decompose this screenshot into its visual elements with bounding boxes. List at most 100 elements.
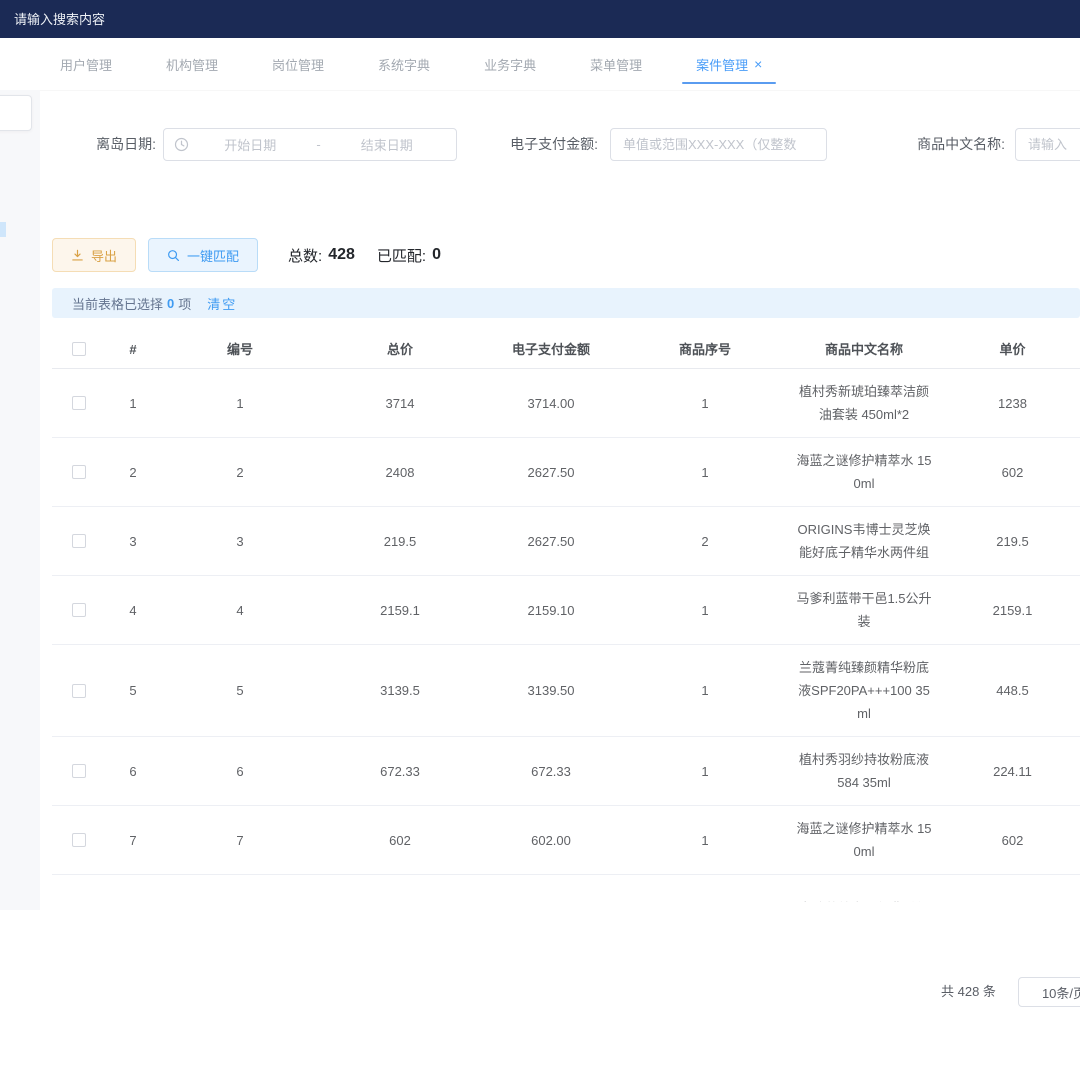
cell-index: 8 — [106, 875, 160, 902]
selection-prefix: 当前表格已选择 — [72, 294, 163, 313]
row-checkbox[interactable] — [72, 396, 86, 410]
table-row[interactable]: 7 7 602 602.00 1 海蓝之谜修护精萃水 150ml 602 — [52, 806, 1080, 875]
selection-bar: 当前表格已选择 0 项 清空 — [52, 288, 1080, 318]
cell-code: 4 — [160, 576, 320, 644]
product-name-input[interactable] — [1016, 129, 1080, 160]
cell-product-name: 植村秀羽纱持妆粉底液 584 35ml — [788, 737, 940, 805]
table-body: 1 1 3714 3714.00 1 植村秀新琥珀臻萃洁颜油套装 450ml*2… — [52, 369, 1080, 902]
page: 用户管理 机构管理 岗位管理 系统字典 业务字典 菜单管理 案件管理 × 离岛日… — [0, 0, 1080, 1077]
row-checkbox[interactable] — [72, 465, 86, 479]
cell-epay-amount: 2159.10 — [480, 576, 622, 644]
cell-product-seq: 1 — [622, 737, 788, 805]
cell-epay-amount: 2627.50 — [480, 507, 622, 575]
tab-post-management[interactable]: 岗位管理 — [272, 38, 324, 90]
page-size-select[interactable]: 10条/页 — [1018, 977, 1080, 1007]
selection-count: 0 — [167, 296, 174, 311]
cell-epay-amount: 3714.00 — [480, 369, 622, 437]
totals-summary: 总数: 428 已匹配: 0 — [288, 245, 441, 266]
cell-total-price: 3714 — [320, 369, 480, 437]
data-table: #编号总价电子支付金额商品序号商品中文名称单价 1 1 3714 3714.00… — [52, 330, 1080, 902]
topbar-search-input[interactable] — [14, 7, 334, 31]
export-button[interactable]: 导出 — [52, 238, 136, 272]
tab-system-dict[interactable]: 系统字典 — [378, 38, 430, 90]
tab-label-user-management: 用户管理 — [60, 55, 112, 74]
row-checkbox[interactable] — [72, 902, 86, 903]
row-checkbox[interactable] — [72, 833, 86, 847]
tab-user-management[interactable]: 用户管理 — [60, 38, 112, 90]
cell-index: 4 — [106, 576, 160, 644]
tab-business-dict[interactable]: 业务字典 — [484, 38, 536, 90]
row-checkbox-cell — [52, 438, 106, 506]
table-row[interactable]: 3 3 219.5 2627.50 2 ORIGINS韦博士灵芝焕能好底子精华水… — [52, 507, 1080, 576]
cell-unit-price: 219.5 — [940, 507, 1080, 575]
row-checkbox[interactable] — [72, 764, 86, 778]
table-row[interactable]: 6 6 672.33 672.33 1 植村秀羽纱持妆粉底液 584 35ml … — [52, 737, 1080, 806]
pagination-total: 共 428 条 — [941, 977, 996, 1007]
toolbar: 导出 一键匹配 总数: 428 已匹配: 0 — [52, 238, 441, 272]
cell-product-name: ORIGINS韦博士灵芝焕能好底子精华水两件组 — [788, 507, 940, 575]
date-range-input[interactable]: 开始日期 - 结束日期 — [163, 128, 457, 161]
table-row[interactable]: 1 1 3714 3714.00 1 植村秀新琥珀臻萃洁颜油套装 450ml*2… — [52, 369, 1080, 438]
table-row[interactable]: 2 2 2408 2627.50 1 海蓝之谜修护精萃水 150ml 602 — [52, 438, 1080, 507]
download-icon — [71, 249, 84, 262]
one-click-match-button[interactable]: 一键匹配 — [148, 238, 258, 272]
select-all-checkbox[interactable] — [72, 342, 86, 356]
tab-label-system-dict: 系统字典 — [378, 55, 430, 74]
cell-code: 1 — [160, 369, 320, 437]
column-header-0: # — [106, 330, 160, 368]
header-checkbox-cell — [52, 330, 106, 368]
cell-product-name: 海蓝之谜修护精萃水 150ml — [788, 806, 940, 874]
tab-label-menu-management: 菜单管理 — [590, 55, 642, 74]
cell-total-price: 1324.47 — [320, 875, 480, 902]
matched-label: 已匹配: — [377, 245, 426, 266]
cell-total-price: 3139.5 — [320, 645, 480, 736]
column-header-1: 编号 — [160, 330, 320, 368]
date-filter-label: 离岛日期: — [88, 128, 156, 161]
matched-value: 0 — [432, 246, 441, 264]
column-header-2: 总价 — [320, 330, 480, 368]
tab-close-icon[interactable]: × — [754, 57, 762, 71]
table-row[interactable]: 8 8 1324.47 1324.47 1 卡诗菁纯亮泽经典香氛 150.43 — [52, 875, 1080, 902]
cell-product-seq: 1 — [622, 875, 788, 902]
cell-unit-price: 602 — [940, 806, 1080, 874]
tab-menu-management[interactable]: 菜单管理 — [590, 38, 642, 90]
table-row[interactable]: 4 4 2159.1 2159.10 1 马爹利蓝带干邑1.5公升装 2159.… — [52, 576, 1080, 645]
table-row[interactable]: 5 5 3139.5 3139.50 1 兰蔻菁纯臻颜精华粉底液SPF20PA+… — [52, 645, 1080, 737]
amount-input-wrap — [610, 128, 827, 161]
cell-product-name: 植村秀新琥珀臻萃洁颜油套装 450ml*2 — [788, 369, 940, 437]
clear-selection-link[interactable]: 清空 — [207, 294, 237, 313]
tab-label-org-management: 机构管理 — [166, 55, 218, 74]
cell-epay-amount: 602.00 — [480, 806, 622, 874]
tab-case-management[interactable]: 案件管理 × — [696, 38, 762, 90]
column-header-4: 商品序号 — [622, 330, 788, 368]
product-name-filter-label: 商品中文名称: — [899, 128, 1005, 161]
cell-code: 6 — [160, 737, 320, 805]
row-checkbox[interactable] — [72, 684, 86, 698]
row-checkbox-cell — [52, 645, 106, 736]
cell-index: 1 — [106, 369, 160, 437]
cell-total-price: 219.5 — [320, 507, 480, 575]
cell-product-seq: 1 — [622, 369, 788, 437]
row-checkbox-cell — [52, 875, 106, 902]
tab-org-management[interactable]: 机构管理 — [166, 38, 218, 90]
cell-unit-price: 1238 — [940, 369, 1080, 437]
row-checkbox[interactable] — [72, 603, 86, 617]
cell-unit-price: 2159.1 — [940, 576, 1080, 644]
row-checkbox[interactable] — [72, 534, 86, 548]
left-gutter — [0, 90, 40, 910]
column-header-6: 单价 — [940, 330, 1080, 368]
tab-label-case-management: 案件管理 — [696, 55, 748, 74]
cell-product-seq: 1 — [622, 645, 788, 736]
cell-product-name: 卡诗菁纯亮泽经典香氛 — [788, 875, 940, 902]
tabbar: 用户管理 机构管理 岗位管理 系统字典 业务字典 菜单管理 案件管理 × — [0, 38, 1080, 90]
search-icon — [167, 249, 180, 262]
amount-input[interactable] — [611, 129, 826, 160]
cell-product-seq: 1 — [622, 576, 788, 644]
row-checkbox-cell — [52, 806, 106, 874]
cell-index: 7 — [106, 806, 160, 874]
row-checkbox-cell — [52, 369, 106, 437]
filter-row: 离岛日期: 开始日期 - 结束日期 电子支付金额: 商品中文名称: — [0, 128, 1080, 161]
column-header-5: 商品中文名称 — [788, 330, 940, 368]
cell-product-seq: 2 — [622, 507, 788, 575]
total-value: 428 — [328, 246, 355, 264]
